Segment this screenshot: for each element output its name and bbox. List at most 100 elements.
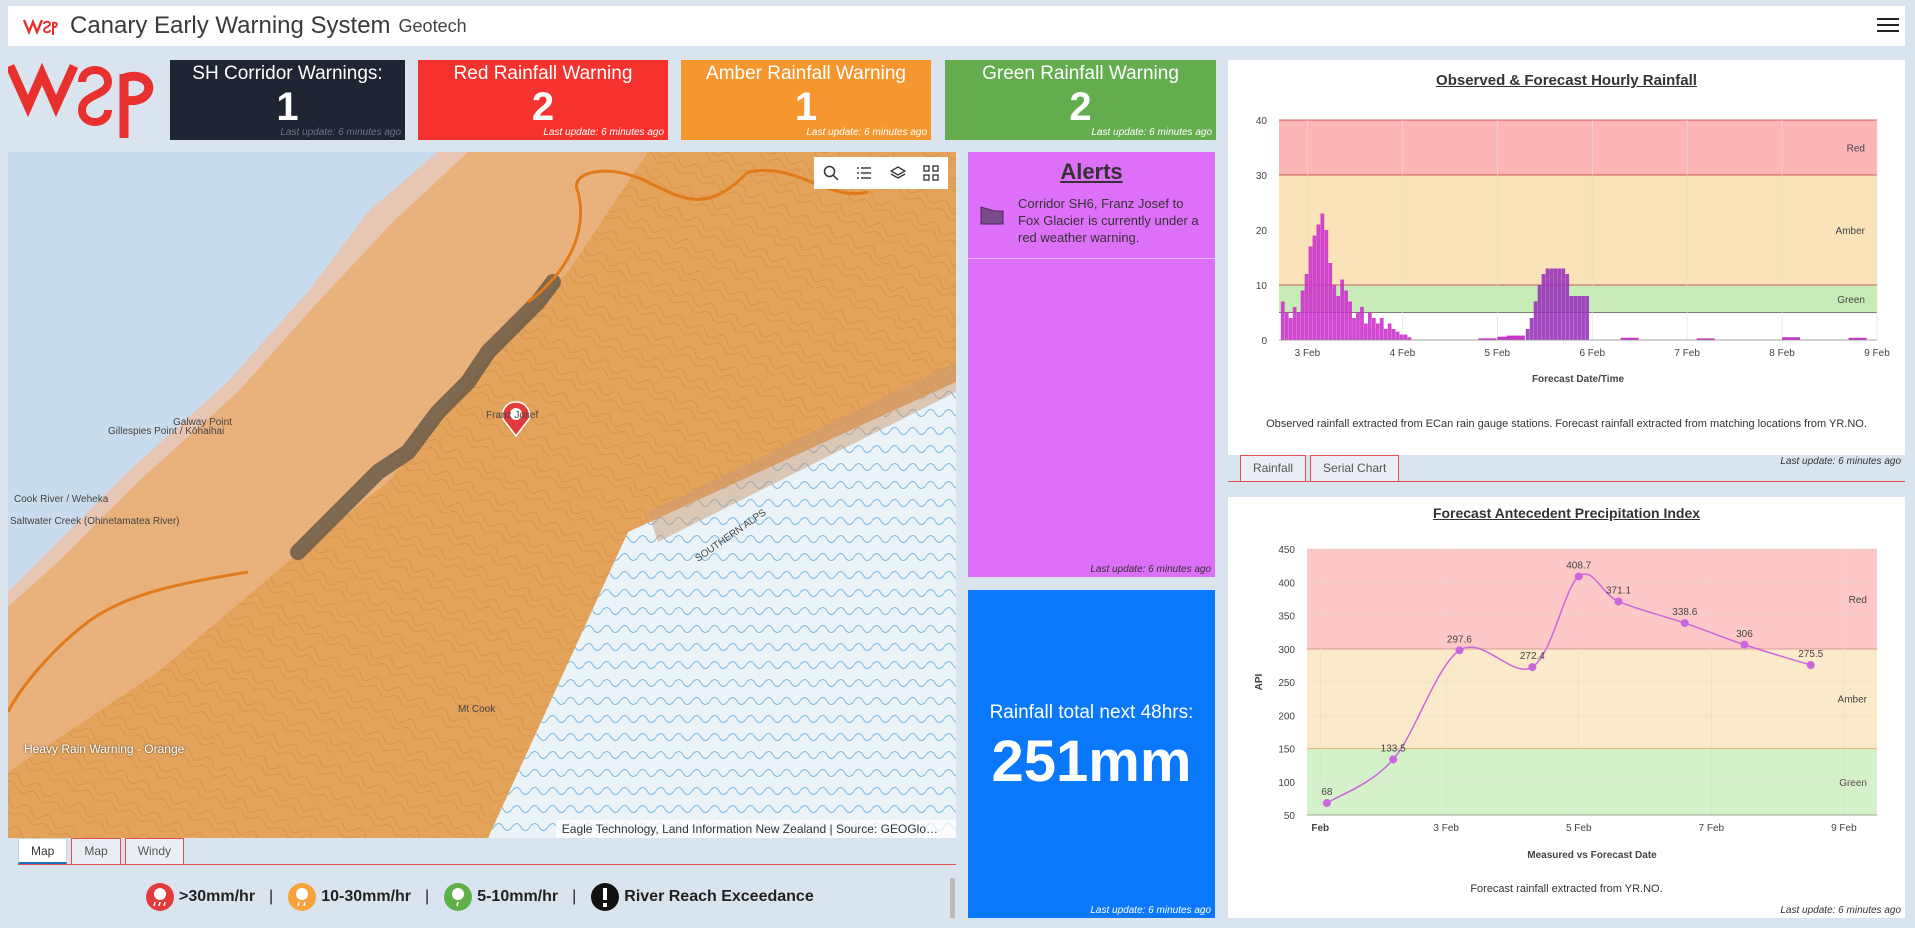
rainfall-bar [1348,301,1352,340]
x-tick-label: 8 Feb [1769,348,1795,359]
api-data-label: 68 [1321,787,1333,798]
api-data-label: 371.1 [1606,585,1631,596]
api-point [1455,646,1464,655]
tab-map[interactable]: Map [18,838,68,864]
rain-green-icon [444,883,473,911]
x-tick-label: 6 Feb [1579,348,1605,359]
list-icon[interactable] [851,160,877,186]
card-updated: Last update: 6 minutes ago [1091,127,1212,138]
api-chart[interactable]: Red Amber Green 50 100 150 200 250 300 350 400 450 F… [1228,537,1905,882]
x-tick-label: Feb [1311,823,1329,834]
rainfall-bar [1316,224,1321,340]
threshold-zone-amber [1307,648,1877,749]
alert-text: Corridor SH6, Franz Josef to Fox Glacier… [1018,196,1199,245]
rainfall-bar [1300,290,1305,340]
api-note: Forecast rainfall extracted from YR.NO. [1470,883,1663,895]
hamburger-menu-icon[interactable] [1877,15,1899,37]
tab-serial-chart[interactable]: Serial Chart [1310,455,1400,481]
alerts-panel: Alerts Corridor SH6, Franz Josef to Fox … [968,152,1215,577]
rainfall-bar [1569,296,1574,340]
threshold-label: Amber [1838,695,1868,706]
rainfall-bar [1379,318,1384,340]
rainfall-bar [1541,274,1546,340]
api-updated: Last update: 6 minutes ago [1780,905,1901,916]
rainfall-bar [1344,290,1348,340]
threshold-label: Red [1849,595,1867,606]
card-updated: Last update: 6 minutes ago [806,127,927,138]
y-tick-label: 300 [1278,645,1295,656]
rainfall-bar [1565,274,1570,340]
rainfall-bar [1585,296,1589,340]
card-count: 1 [276,85,299,129]
card-count: 2 [1069,85,1092,129]
rain-amber-icon [288,883,317,911]
y-tick-label: 250 [1278,678,1295,689]
api-point [1614,597,1623,606]
rainfall-bar [1561,268,1566,340]
card-title: SH Corridor Warnings: [192,63,383,84]
api-data-label: 133.5 [1381,743,1406,754]
tab-map-2[interactable]: Map [71,838,121,864]
chart-tabs: Rainfall Serial Chart [1228,455,1905,482]
rainfall-bar [1383,329,1388,340]
amber-warning-card[interactable]: Amber Rainfall Warning 1 Last update: 6 … [681,60,931,140]
corridor-warnings-card[interactable]: SH Corridor Warnings: 1 Last update: 6 m… [170,60,405,140]
rainfall-bar [1506,335,1525,340]
rainfall-bar [1375,323,1380,340]
rainfall-bar [1537,285,1542,340]
search-icon[interactable] [818,160,844,186]
rainfall-bar [1553,268,1558,340]
y-tick-label: 400 [1278,578,1295,589]
api-point [1574,572,1583,581]
api-point [1528,663,1537,672]
qr-grid-icon[interactable] [918,160,944,186]
api-point [1806,661,1815,670]
rainfall-bar [1577,296,1582,340]
green-warning-card[interactable]: Green Rainfall Warning 2 Last update: 6 … [945,60,1216,140]
legend-label: >30mm/hr [179,888,256,905]
legend-label: 5-10mm/hr [477,888,559,905]
rainfall-bar [1284,312,1289,340]
rainfall-total-panel: Rainfall total next 48hrs: 251mm Last up… [968,590,1215,918]
rainfall-chart[interactable]: Red Amber Green 3 Feb 4 Feb 5 Feb 6 Feb 7 Feb 8 … [1228,108,1905,428]
rainfall-chart-panel: Observed & Forecast Hourly Rainfall Red A… [1228,60,1905,467]
place-label-mt-cook: Mt Cook [458,704,496,715]
scrollbar[interactable] [950,878,955,918]
legend-label: River Reach Exceedance [624,888,814,905]
rainfall-bar [1308,246,1313,340]
card-title: Amber Rainfall Warning [706,63,906,84]
rainfall-bar [1581,296,1585,340]
rainfall-bar [1364,323,1368,340]
rainfall-bar [1549,268,1554,340]
api-point [1322,799,1331,808]
red-warning-card[interactable]: Red Rainfall Warning 2 Last update: 6 mi… [418,60,668,140]
map-view[interactable]: SOUTHERN ALPS Cook River / Weheka Gilles… [8,152,956,838]
rainfall-total-value: 251mm [991,729,1192,794]
rainfall-bar [1533,301,1538,340]
rainfall-bar [1356,312,1360,340]
rainfall-bar [1545,268,1550,340]
y-tick-label: 450 [1278,545,1295,556]
layers-icon[interactable] [885,160,911,186]
rainfall-bar [1288,318,1293,340]
alert-item[interactable]: Corridor SH6, Franz Josef to Fox Glacier… [968,195,1215,259]
topographic-map[interactable]: SOUTHERN ALPS Cook River / Weheka Gilles… [8,152,956,838]
x-tick-label: 5 Feb [1566,823,1592,834]
alerts-updated: Last update: 6 minutes ago [1090,564,1211,575]
threshold-label: Red [1847,144,1865,155]
alerts-title: Alerts [1060,159,1123,184]
rainfall-total-label: Rainfall total next 48hrs: [989,702,1194,723]
tab-rainfall[interactable]: Rainfall [1240,455,1307,481]
rainfall-bar [1320,213,1325,340]
map-toolbar [814,157,948,189]
api-data-label: 275.5 [1798,649,1823,660]
y-tick-label: 150 [1278,745,1295,756]
api-data-label: 338.6 [1672,607,1697,618]
tab-windy[interactable]: Windy [124,838,185,864]
app-title: Canary Early Warning System [70,12,391,39]
rainfall-bar [1557,268,1562,340]
rainfall-bar [1352,318,1356,340]
rainfall-legend: >30mm/hr | 10-30mm/hr | 5-10mm/hr | Rive… [145,882,814,912]
card-title: Red Rainfall Warning [453,63,633,84]
rainfall-bar [1403,334,1408,340]
